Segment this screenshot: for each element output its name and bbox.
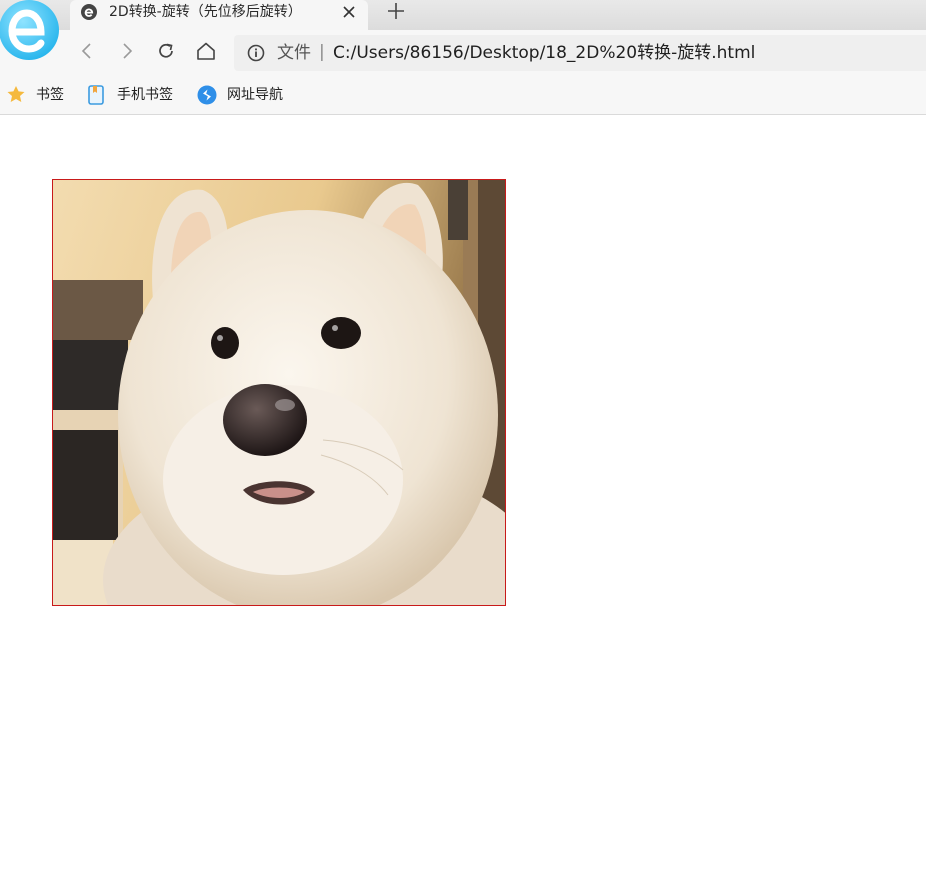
close-tab-icon[interactable]	[341, 4, 357, 20]
dog-photo	[53, 180, 505, 605]
browser-logo-icon	[0, 0, 59, 60]
url-text[interactable]: C:/Users/86156/Desktop/18_2D%20转换-旋转.htm…	[333, 42, 755, 64]
tab-favicon-icon	[81, 4, 97, 20]
bookmark-label: 网址导航	[227, 87, 283, 103]
bookmark-item-navigation[interactable]: 网址导航	[197, 82, 292, 106]
star-icon	[7, 86, 25, 102]
browser-tab[interactable]: 2D转换-旋转（先位移后旋转）	[70, 0, 368, 30]
tab-strip: 2D转换-旋转（先位移后旋转）	[0, 0, 926, 30]
browser-toolbar: 文件 | C:/Users/86156/Desktop/18_2D%20转换-旋…	[0, 30, 926, 76]
info-icon[interactable]	[247, 44, 265, 62]
bookmark-label: 书签	[36, 87, 64, 103]
bookmark-label: 手机书签	[117, 87, 173, 103]
navigation-icon	[197, 85, 217, 105]
bookmark-item-bookmarks[interactable]: 书签	[6, 82, 72, 106]
bookmark-item-mobile[interactable]: 手机书签	[88, 82, 183, 106]
address-bar[interactable]: 文件 | C:/Users/86156/Desktop/18_2D%20转换-旋…	[234, 35, 926, 71]
address-separator: |	[319, 42, 325, 62]
phone-bookmark-icon	[88, 85, 104, 105]
back-icon[interactable]	[76, 40, 98, 62]
tab-title: 2D转换-旋转（先位移后旋转）	[109, 4, 302, 20]
bookmarks-bar: 书签 手机书签 网址导航	[0, 76, 926, 115]
page-content	[0, 115, 926, 878]
forward-icon[interactable]	[116, 40, 138, 62]
file-label: 文件	[277, 43, 311, 63]
reload-icon[interactable]	[155, 40, 177, 62]
new-tab-icon[interactable]	[386, 1, 406, 21]
home-icon[interactable]	[195, 40, 217, 62]
dog-image	[52, 179, 506, 606]
